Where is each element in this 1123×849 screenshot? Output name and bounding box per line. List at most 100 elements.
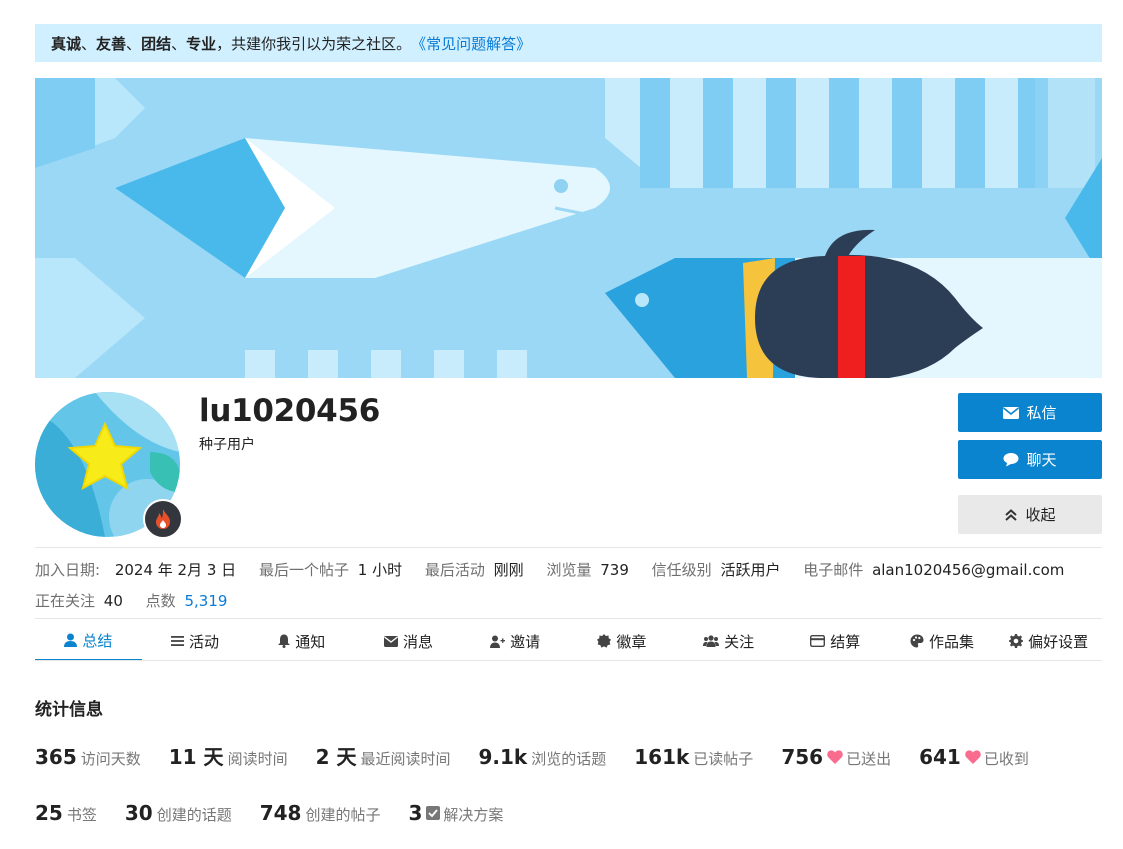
- tab-messages[interactable]: 消息: [355, 621, 462, 661]
- stat-value: 30: [124, 801, 153, 825]
- stat-value: 9.1k: [478, 745, 528, 769]
- collapse-button[interactable]: 收起: [958, 495, 1102, 534]
- tab-billing[interactable]: 结算: [782, 621, 889, 661]
- stat-label: 已读帖子: [693, 750, 754, 768]
- flame-icon: [143, 499, 183, 539]
- last-post-value[interactable]: 1 小时: [358, 561, 402, 579]
- stat-value: 365: [35, 745, 77, 769]
- user-avatar[interactable]: [35, 392, 183, 539]
- views-value: 739: [600, 561, 629, 579]
- points-value[interactable]: 5,319: [184, 592, 227, 610]
- following-value[interactable]: 40: [104, 592, 123, 610]
- profile-banner: [35, 78, 1102, 378]
- notice-sep-1: 、: [81, 34, 97, 53]
- tab-label: 总结: [82, 631, 113, 650]
- stats-row-2: 25 书签 30 创建的话题 748 创建的帖子 3 解决方案: [35, 801, 531, 825]
- stat-topics-created: 30 创建的话题: [125, 801, 232, 825]
- envelope-icon: [1003, 406, 1020, 419]
- tab-label: 结算: [830, 632, 861, 651]
- tab-label: 消息: [402, 632, 433, 651]
- notice-value-1: 真诚: [51, 34, 82, 53]
- divider: [35, 547, 1102, 548]
- gear-icon: [1009, 634, 1024, 648]
- check-square-icon: [426, 806, 441, 820]
- notice-sep-3: 、: [171, 34, 187, 53]
- tab-follow[interactable]: 关注: [675, 621, 782, 661]
- tab-badges[interactable]: 徽章: [569, 621, 676, 661]
- stat-topics-viewed: 9.1k 浏览的话题: [478, 745, 606, 769]
- notice-value-2: 友善: [96, 34, 127, 53]
- user-meta-row-2: 正在关注 40 点数 5,319: [35, 590, 245, 611]
- certificate-icon: [597, 634, 612, 648]
- tab-label: 作品集: [928, 632, 974, 651]
- stat-recent-read-time: 2 天 最近阅读时间: [316, 741, 451, 770]
- notice-value-4: 专业: [186, 34, 217, 53]
- envelope-icon: [383, 635, 398, 647]
- tab-portfolio[interactable]: 作品集: [889, 621, 996, 661]
- last-post-label: 最后一个帖子: [258, 561, 349, 579]
- stat-value: 25: [35, 801, 63, 825]
- stat-value: 748: [259, 801, 302, 825]
- points-label: 点数: [145, 592, 176, 610]
- stat-value: 641: [919, 745, 961, 769]
- tab-notifications[interactable]: 通知: [248, 621, 355, 661]
- stat-posts-read: 161k 已读帖子: [634, 745, 753, 769]
- stat-value: 2 天: [315, 745, 357, 769]
- message-button-label: 私信: [1026, 404, 1057, 422]
- stats-title: 统计信息: [35, 700, 103, 720]
- nav-divider: [35, 660, 1102, 661]
- username: lu1020456: [199, 393, 380, 429]
- stat-value: 3: [408, 801, 423, 825]
- divider: [35, 618, 1102, 619]
- stat-label: 创建的帖子: [305, 806, 381, 824]
- user-meta-row-1: 加入日期: 2024 年 2月 3 日 最后一个帖子 1 小时 最后活动 刚刚 …: [35, 559, 1082, 580]
- tab-summary[interactable]: 总结: [35, 621, 142, 661]
- stat-label: 解决方案: [443, 806, 504, 824]
- notice-sep-2: 、: [126, 34, 142, 53]
- bell-icon: [278, 634, 291, 648]
- tab-label: 邀请: [510, 632, 541, 651]
- email-value: alan1020456@gmail.com: [872, 561, 1065, 579]
- stat-read-time: 11 天 阅读时间: [169, 741, 288, 770]
- last-active-value: 刚刚: [493, 561, 524, 579]
- stat-value: 161k: [634, 745, 690, 769]
- tab-preferences[interactable]: 偏好设置: [995, 621, 1102, 661]
- stat-value: 756: [781, 745, 824, 769]
- list-icon: [171, 635, 185, 647]
- tab-label: 活动: [189, 632, 220, 651]
- notice-bar: 真诚、友善、团结、专业 ，共建你我引以为荣之社区。 《常见问题解答》: [35, 24, 1102, 62]
- stat-label: 访问天数: [80, 750, 141, 768]
- heart-icon: [827, 750, 843, 764]
- tab-label: 偏好设置: [1028, 632, 1089, 651]
- chat-button-label: 聊天: [1026, 451, 1057, 469]
- stat-label: 阅读时间: [227, 750, 288, 768]
- trust-level-label: 信任级别: [651, 561, 712, 579]
- chat-button[interactable]: 聊天: [958, 440, 1102, 479]
- user-icon: [64, 633, 78, 647]
- tab-label: 关注: [724, 632, 755, 651]
- comment-icon: [1003, 452, 1019, 467]
- tab-invites[interactable]: 邀请: [462, 621, 569, 661]
- stat-label: 浏览的话题: [531, 750, 607, 768]
- faq-link[interactable]: 《常见问题解答》: [411, 33, 531, 54]
- message-button[interactable]: 私信: [958, 393, 1102, 432]
- joined-value: 2024 年 2月 3 日: [114, 561, 237, 579]
- users-icon: [703, 635, 720, 647]
- tab-activity[interactable]: 活动: [142, 621, 249, 661]
- heart-icon: [965, 750, 981, 764]
- last-active-label: 最后活动: [424, 561, 485, 579]
- stat-label: 书签: [66, 806, 97, 824]
- following-label: 正在关注: [35, 592, 96, 610]
- notice-text: ，共建你我引以为荣之社区。: [216, 34, 412, 53]
- user-plus-icon: [490, 635, 506, 648]
- angles-up-icon: [1004, 508, 1018, 522]
- trust-level-value[interactable]: 活跃用户: [720, 561, 780, 579]
- stat-value: 11 天: [168, 745, 224, 769]
- joined-label: 加入日期:: [35, 561, 101, 579]
- stat-label: 已收到: [983, 750, 1029, 768]
- stat-likes-received: 641 已收到: [919, 745, 1029, 769]
- email-label: 电子邮件: [803, 561, 864, 579]
- stat-posts-created: 748 创建的帖子: [260, 801, 381, 825]
- palette-icon: [910, 634, 924, 648]
- collapse-button-label: 收起: [1025, 506, 1056, 524]
